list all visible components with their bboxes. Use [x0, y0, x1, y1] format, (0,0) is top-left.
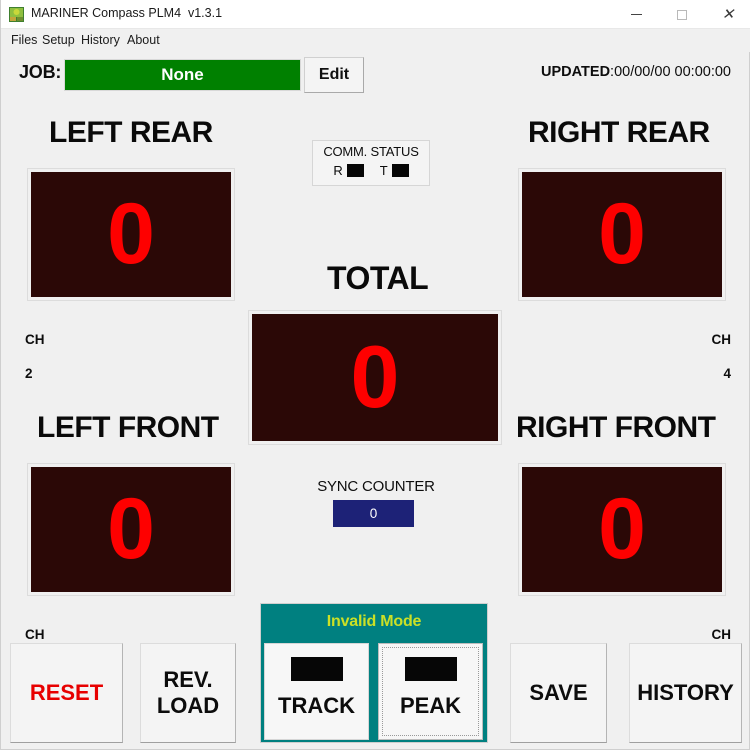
comm-status-title: COMM. STATUS [323, 144, 419, 159]
comm-receive-led-icon [346, 164, 364, 177]
minimize-button[interactable] [613, 0, 659, 29]
peak-led-icon [404, 657, 457, 681]
window-title: MARINER Compass PLM4 v1.3.1 [31, 6, 223, 20]
gauge-value-left-rear: 0 [107, 186, 155, 283]
channel-number: 4 [723, 365, 731, 381]
gauge-value-right-front: 0 [598, 481, 646, 578]
edit-job-button[interactable]: Edit [304, 57, 364, 93]
gauge-panel-right-rear: 0 [518, 168, 726, 301]
total-display: 0 [252, 314, 498, 441]
gauge-value-left-front: 0 [107, 481, 155, 578]
gauge-panel-left-rear: 0 [27, 168, 235, 301]
track-button-label: TRACK [278, 693, 355, 718]
menu-item-files[interactable]: Files [9, 33, 39, 47]
menu-item-about[interactable]: About [125, 33, 162, 47]
history-button[interactable]: HISTORY [629, 643, 742, 743]
sync-counter-title: SYNC COUNTER [317, 478, 435, 495]
gauge-display-right-rear: 0 [522, 172, 722, 297]
channel-label-right-rear: CH 4 [712, 315, 732, 399]
sync-counter-value: 0 [333, 500, 414, 527]
rev-load-button[interactable]: REV. LOAD [140, 643, 236, 743]
track-mode-button[interactable]: TRACK [264, 643, 369, 740]
mode-status-text: Invalid Mode [326, 613, 422, 630]
comm-transmit-led-icon [391, 164, 409, 177]
track-led-icon [290, 657, 343, 681]
menu-item-history[interactable]: History [79, 33, 122, 47]
comm-receive-indicator: R [333, 163, 364, 178]
updated-label: UPDATED [541, 64, 611, 80]
channel-label-text: CH [711, 331, 732, 347]
comm-status-panel: COMM. STATUS R T [312, 140, 430, 186]
comm-receive-label: R [333, 163, 343, 178]
gauge-display-left-rear: 0 [31, 172, 231, 297]
title-bar: MARINER Compass PLM4 v1.3.1 ✕ [1, 0, 750, 29]
job-value-field[interactable]: None [64, 59, 301, 91]
updated-timestamp: UPDATED:00/00/00 00:00:00 [541, 64, 731, 80]
menu-item-setup[interactable]: Setup [40, 33, 77, 47]
comm-transmit-label: T [379, 163, 388, 178]
menu-bar: Files Setup History About [1, 29, 750, 52]
mode-group-panel: Invalid Mode TRACK PEAK [260, 603, 488, 743]
updated-value: 00/00/00 00:00:00 [614, 64, 731, 80]
total-panel: 0 [248, 310, 502, 445]
close-button[interactable]: ✕ [705, 0, 750, 29]
save-button[interactable]: SAVE [510, 643, 607, 743]
comm-status-indicators: R T [313, 163, 429, 178]
gauge-title-left-rear: LEFT REAR [49, 116, 213, 149]
total-title: TOTAL [327, 260, 429, 296]
gauge-title-right-front: RIGHT FRONT [516, 411, 716, 444]
close-icon: ✕ [721, 6, 735, 23]
job-label: JOB: [19, 62, 62, 82]
peak-mode-button[interactable]: PEAK [378, 643, 483, 740]
maximize-button[interactable] [659, 0, 705, 29]
channel-label-text: CH [25, 626, 45, 642]
minimize-icon [630, 14, 642, 15]
channel-label-left-rear: CH 2 [25, 315, 45, 399]
channel-label-text: CH [711, 626, 732, 642]
comm-transmit-indicator: T [380, 163, 409, 178]
total-value: 0 [350, 327, 400, 427]
gauge-title-left-front: LEFT FRONT [37, 411, 219, 444]
channel-number: 2 [25, 365, 33, 381]
app-icon [9, 7, 24, 22]
gauge-value-right-rear: 0 [598, 186, 646, 283]
channel-label-text: CH [25, 331, 45, 347]
maximize-icon [677, 9, 687, 20]
application-window: MARINER Compass PLM4 v1.3.1 ✕ Files Setu… [0, 0, 750, 750]
peak-button-label: PEAK [399, 693, 462, 718]
gauge-title-right-rear: RIGHT REAR [528, 116, 710, 149]
reset-button[interactable]: RESET [10, 643, 123, 743]
